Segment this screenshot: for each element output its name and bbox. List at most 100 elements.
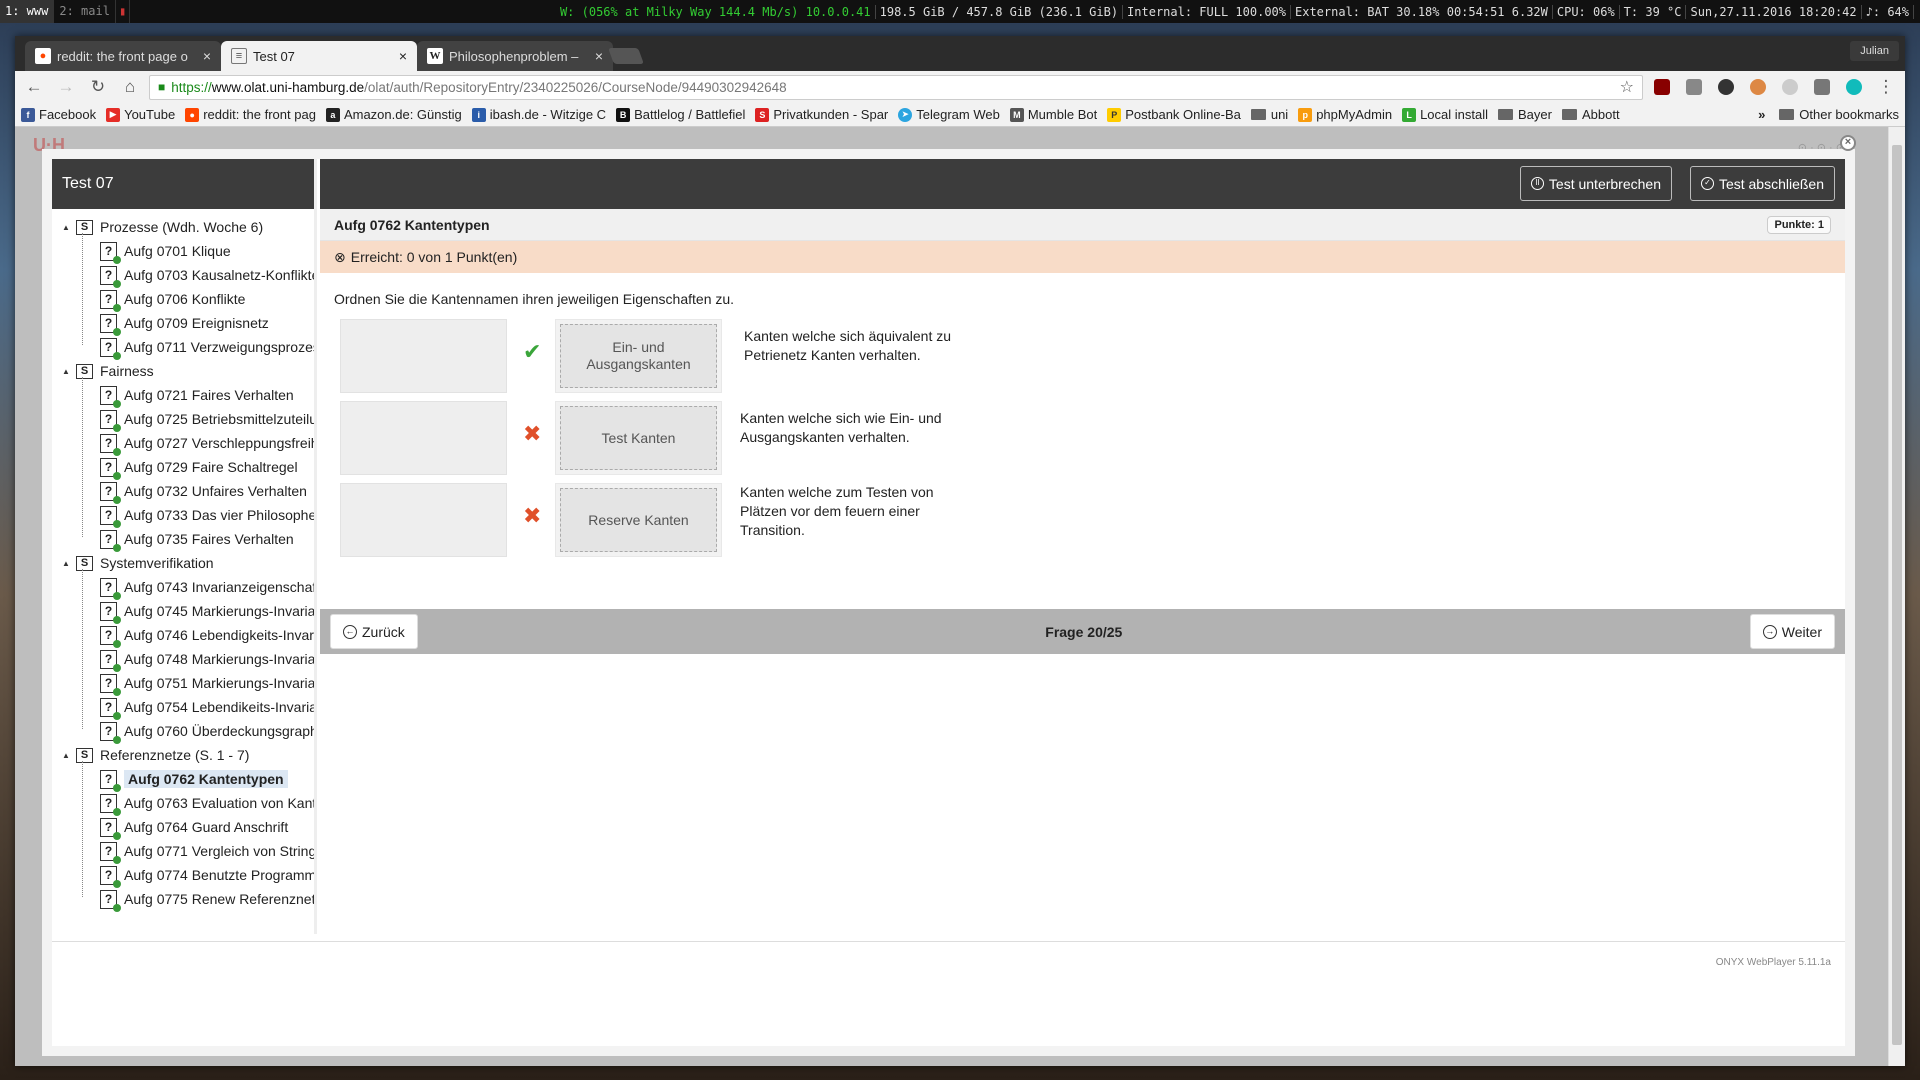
bookmark-youtube[interactable]: ▶ YouTube [106, 107, 175, 122]
source-item[interactable]: Ein- und Ausgangskanten [560, 324, 717, 388]
tree-item[interactable]: ? Aufg 0771 Vergleich von Strings [52, 839, 314, 864]
collapse-icon[interactable]: ▲ [62, 559, 74, 568]
drop-target[interactable] [340, 401, 507, 475]
question-icon: ? [100, 841, 121, 864]
back-arrow-icon[interactable]: ← [21, 74, 47, 100]
tree-item[interactable]: ? Aufg 0727 Verschleppungsfreiheit [52, 431, 314, 456]
tree-item[interactable]: ? Aufg 0760 Überdeckungsgraph [52, 719, 314, 744]
tree-item[interactable]: ? Aufg 0735 Faires Verhalten [52, 527, 314, 552]
scrollbar[interactable] [1888, 127, 1905, 1066]
new-tab-button[interactable] [608, 48, 644, 64]
menu-icon[interactable]: ⋮ [1873, 74, 1899, 100]
drop-target[interactable] [340, 319, 507, 393]
tree-item[interactable]: ? Aufg 0748 Markierungs-Invariante [52, 647, 314, 672]
bookmark-folder-uni[interactable]: uni [1250, 107, 1288, 122]
tree-item[interactable]: ? Aufg 0732 Unfaires Verhalten [52, 479, 314, 504]
bookmark-star-icon[interactable]: ☆ [1620, 77, 1634, 97]
youtube-icon: ▶ [106, 107, 121, 122]
next-button[interactable]: → Weiter [1749, 614, 1835, 649]
tree-item[interactable]: ? Aufg 0745 Markierungs-Invariante [52, 599, 314, 624]
tree-item[interactable]: ? Aufg 0721 Faires Verhalten [52, 383, 314, 408]
bookmark-local-install[interactable]: L Local install [1402, 107, 1488, 122]
tree-item[interactable]: ? Aufg 0743 Invarianzeigenschaft [52, 575, 314, 600]
tree-section[interactable]: ▲ S Fairness [52, 359, 314, 383]
tree-item[interactable]: ?Aufg 0746 Lebendigkeits-Invariante [52, 623, 314, 648]
cookie-icon[interactable] [1750, 79, 1766, 95]
tree-item[interactable]: ? Aufg 0729 Faire Schaltregel [52, 455, 314, 480]
tree-item[interactable]: ? Aufg 0751 Markierungs-Invariante [52, 671, 314, 696]
bookmark-amazon[interactable]: a Amazon.de: Günstig [325, 107, 462, 122]
source-item[interactable]: Reserve Kanten [560, 488, 717, 552]
source-item[interactable]: Test Kanten [560, 406, 717, 470]
address-bar[interactable]: ■ https:// www.olat.uni-hamburg.de /olat… [149, 74, 1643, 100]
tree-item[interactable]: ? Aufg 0764 Guard Anschrift [52, 815, 314, 840]
extension-icon[interactable] [1846, 79, 1862, 95]
close-tab-icon[interactable]: × [203, 48, 211, 64]
drop-target[interactable] [340, 483, 507, 557]
bookmark-battlelog[interactable]: B Battlelog / Battlefiel [616, 107, 745, 122]
collapse-icon[interactable]: ▲ [62, 367, 74, 376]
tree-section[interactable]: ▲ S Prozesse (Wdh. Woche 6) [52, 215, 314, 239]
tab-reddit[interactable]: ● reddit: the front page o × [25, 41, 221, 71]
source-slot: Ein- und Ausgangskanten [555, 319, 722, 393]
reddit-icon: ● [185, 107, 200, 122]
workspace-1[interactable]: 1: www [0, 0, 55, 23]
tree-item[interactable]: ? Aufg 0733 Das vier Philosophen [52, 503, 314, 528]
bookmark-label: reddit: the front pag [203, 107, 316, 122]
tree-item[interactable]: ? Aufg 0706 Konflikte [52, 287, 314, 312]
tree-item[interactable]: ? Aufg 0763 Evaluation von Kanten [52, 791, 314, 816]
workspace-2[interactable]: 2: mail [54, 0, 116, 23]
collapse-icon[interactable]: ▲ [62, 751, 74, 760]
tree-item[interactable]: ? Aufg 0711 Verzweigungsprozess [52, 335, 314, 360]
url-host: www.olat.uni-hamburg.de [211, 79, 365, 95]
bookmark-folder-abbott[interactable]: Abbott [1561, 107, 1620, 122]
tree-item[interactable]: ? Aufg 0774 Benutzte Programme [52, 863, 314, 888]
pause-test-button[interactable]: II Test unterbrechen [1519, 166, 1672, 201]
tree-item[interactable]: ? Aufg 0775 Renew Referenznetze [52, 887, 314, 912]
extension-icon[interactable] [1814, 79, 1830, 95]
bookmark-privatkunden[interactable]: S Privatkunden - Spar [755, 107, 888, 122]
tree-section[interactable]: ▲ S Systemverifikation [52, 551, 314, 575]
collapse-icon[interactable]: ▲ [62, 223, 74, 232]
finish-test-button[interactable]: ✓ Test abschließen [1689, 166, 1835, 201]
ublock-icon[interactable] [1654, 79, 1670, 95]
home-icon[interactable]: ⌂ [117, 74, 143, 100]
extension-icon[interactable] [1686, 79, 1702, 95]
tree-item[interactable]: ? Aufg 0709 Ereignisnetz [52, 311, 314, 336]
close-modal-icon[interactable]: × [1840, 135, 1856, 151]
tab-test-07[interactable]: ≡ Test 07 × [221, 41, 417, 71]
other-bookmarks[interactable]: Other bookmarks [1779, 107, 1899, 122]
bookmark-phpmyadmin[interactable]: p phpMyAdmin [1298, 107, 1392, 122]
close-tab-icon[interactable]: × [595, 48, 603, 64]
bookmark-facebook[interactable]: f Facebook [21, 107, 96, 122]
reload-icon[interactable]: ↻ [85, 74, 111, 100]
close-tab-icon[interactable]: × [399, 48, 407, 64]
bookmark-reddit[interactable]: ● reddit: the front pag [185, 107, 316, 122]
tree-section[interactable]: ▲ S Referenznetze (S. 1 - 7) [52, 743, 314, 767]
bookmark-telegram[interactable]: ➤ Telegram Web [898, 107, 1000, 122]
more-bookmarks-button[interactable]: » [1758, 107, 1765, 122]
tree-item[interactable]: ? Aufg 0762 Kantentypen [52, 767, 314, 792]
scrollbar-thumb[interactable] [1892, 145, 1902, 1045]
back-button[interactable]: ← Zurück [330, 614, 418, 649]
extension-icon[interactable] [1718, 79, 1734, 95]
bookmark-postbank[interactable]: P Postbank Online-Ba [1107, 107, 1241, 122]
pair-description: Kanten welche sich äquivalent zu Petrien… [744, 328, 952, 363]
extension-icon[interactable] [1782, 79, 1798, 95]
tree-item[interactable]: ? Aufg 0725 Betriebsmittelzuteilung [52, 407, 314, 432]
item-label: Aufg 0725 Betriebsmittelzuteilung [124, 411, 314, 427]
item-label: Aufg 0745 Markierungs-Invariante [124, 603, 314, 619]
tree-item[interactable]: ? Aufg 0701 Klique [52, 239, 314, 264]
bookmark-folder-bayer[interactable]: Bayer [1498, 107, 1552, 122]
mumble-icon: M [1009, 107, 1024, 122]
question-icon: ? [100, 577, 121, 600]
tab-philosophenproblem[interactable]: W Philosophenproblem – × [417, 41, 613, 71]
profile-button[interactable]: Julian [1850, 41, 1899, 61]
forward-arrow-icon[interactable]: → [53, 74, 79, 100]
check-icon: ✔ [523, 339, 542, 364]
bookmark-ibash[interactable]: i ibash.de - Witzige C [471, 107, 606, 122]
tree-item[interactable]: ? Aufg 0703 Kausalnetz-Konflikte [52, 263, 314, 288]
tree-connector [82, 233, 83, 345]
tree-item[interactable]: ?Aufg 0754 Lebendikeits-Invariante [52, 695, 314, 720]
bookmark-mumble[interactable]: M Mumble Bot [1009, 107, 1097, 122]
